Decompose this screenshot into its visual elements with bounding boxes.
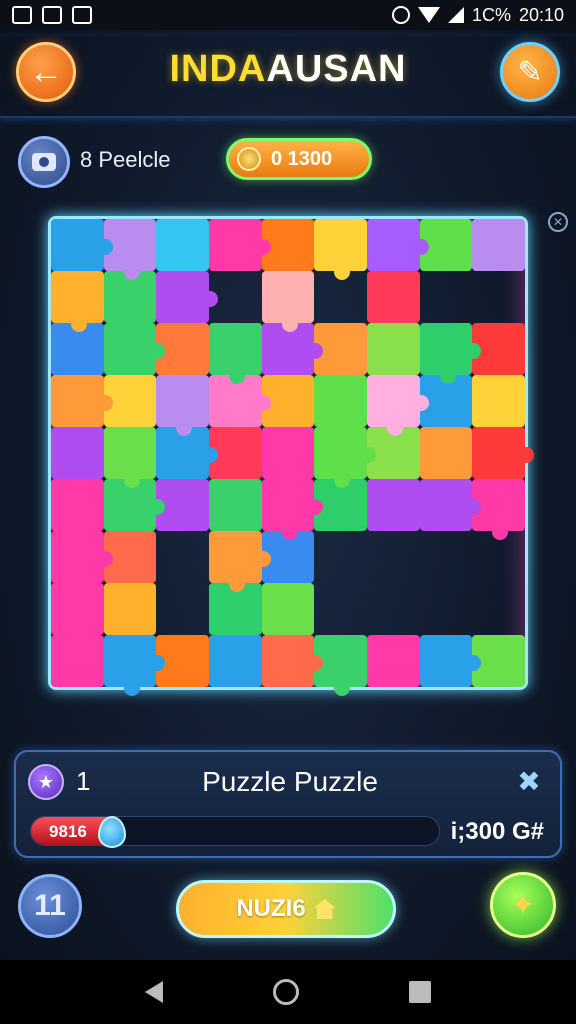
puzzle-board bbox=[48, 216, 534, 696]
empty-slot bbox=[156, 583, 209, 635]
puzzle-piece[interactable] bbox=[367, 219, 429, 271]
puzzle-piece[interactable] bbox=[103, 635, 165, 696]
puzzle-piece[interactable] bbox=[419, 479, 481, 531]
empty-slot bbox=[472, 583, 525, 635]
puzzle-piece[interactable] bbox=[156, 271, 218, 323]
image-notification-icon bbox=[12, 6, 32, 24]
puzzle-piece[interactable] bbox=[261, 583, 315, 635]
empty-slot bbox=[367, 583, 420, 635]
puzzle-piece[interactable] bbox=[209, 479, 262, 531]
nav-home-icon[interactable] bbox=[273, 979, 299, 1005]
clock: 20:10 bbox=[518, 4, 564, 25]
shuffle-button[interactable]: ✖ bbox=[512, 764, 546, 798]
puzzle-piece[interactable] bbox=[314, 375, 367, 427]
coin-icon bbox=[237, 147, 261, 171]
main-action-button[interactable]: NUZI6 bbox=[176, 880, 396, 938]
puzzle-piece[interactable] bbox=[472, 219, 525, 271]
puzzle-piece[interactable] bbox=[419, 427, 473, 479]
alarm-icon bbox=[391, 6, 410, 24]
puzzle-piece[interactable] bbox=[51, 635, 104, 687]
empty-slot bbox=[420, 271, 473, 323]
battery-level: 1C% bbox=[471, 4, 511, 25]
coins-pill[interactable]: 0 1300 bbox=[226, 138, 372, 180]
puzzle-piece[interactable] bbox=[51, 219, 113, 271]
empty-slot bbox=[472, 271, 525, 323]
header: ← INDAAUSAN ✎ bbox=[0, 36, 576, 118]
game-screen: 1C% 20:10 ← INDAAUSAN ✎ 8 Peelcle 0 1300… bbox=[0, 0, 576, 1024]
android-nav-bar bbox=[0, 960, 576, 1024]
puzzle-name: Puzzle Puzzle bbox=[202, 766, 378, 797]
puzzle-piece[interactable] bbox=[472, 375, 525, 427]
puzzle-piece[interactable] bbox=[472, 427, 534, 479]
coins-value: 0 1300 bbox=[271, 147, 333, 170]
progress-label: 9816 bbox=[49, 822, 87, 841]
camera-icon bbox=[32, 153, 56, 171]
empty-slot bbox=[156, 531, 209, 583]
nav-back-icon[interactable] bbox=[145, 981, 163, 1003]
puzzle-piece[interactable] bbox=[51, 479, 104, 540]
puzzle-piece[interactable] bbox=[261, 479, 323, 540]
puzzle-piece[interactable] bbox=[367, 479, 420, 531]
score-label: i;300 G# bbox=[450, 818, 544, 845]
nav-recents-icon[interactable] bbox=[409, 981, 431, 1003]
shuffle-icon: ✖ bbox=[517, 765, 541, 797]
pieces-label: 8 Peelcle bbox=[80, 147, 171, 172]
progress-bar: 9816 bbox=[30, 816, 440, 846]
bag-notification-icon bbox=[42, 6, 62, 24]
close-icon[interactable]: ✕ bbox=[548, 212, 568, 232]
home-icon bbox=[313, 899, 336, 919]
hint-count: 11 bbox=[34, 889, 66, 922]
water-drop-icon[interactable] bbox=[98, 816, 126, 848]
puzzle-piece[interactable] bbox=[209, 219, 271, 271]
title-part-1: INDA bbox=[169, 48, 267, 90]
puzzle-piece[interactable] bbox=[156, 219, 209, 271]
empty-slot bbox=[314, 531, 367, 583]
puzzle-piece[interactable] bbox=[103, 427, 157, 488]
empty-slot bbox=[420, 583, 473, 635]
puzzle-piece[interactable] bbox=[419, 635, 481, 687]
puzzle-piece[interactable] bbox=[367, 635, 420, 687]
puzzle-piece[interactable] bbox=[367, 271, 420, 323]
edit-button[interactable]: ✎ bbox=[500, 42, 560, 102]
puzzle-piece[interactable] bbox=[209, 635, 262, 687]
puzzle-piece[interactable] bbox=[209, 531, 271, 592]
magic-button[interactable]: ✦ bbox=[490, 872, 556, 938]
puzzle-piece[interactable] bbox=[156, 375, 209, 436]
puzzle-piece[interactable] bbox=[314, 427, 376, 488]
puzzle-piece[interactable] bbox=[367, 375, 429, 436]
puzzle-piece[interactable] bbox=[261, 271, 315, 332]
puzzle-piece[interactable] bbox=[314, 219, 367, 280]
main-action-label: NUZI6 bbox=[236, 895, 306, 922]
puzzle-piece[interactable] bbox=[419, 323, 481, 384]
puzzle-piece[interactable] bbox=[103, 583, 157, 635]
puzzle-piece[interactable] bbox=[103, 323, 165, 375]
puzzle-piece[interactable] bbox=[51, 271, 104, 332]
status-bar: 1C% 20:10 bbox=[0, 0, 576, 30]
system-icons: 1C% 20:10 bbox=[391, 4, 564, 26]
puzzle-piece[interactable] bbox=[51, 375, 113, 427]
title-part-2: AUSAN bbox=[266, 48, 407, 90]
puzzle-piece[interactable] bbox=[209, 323, 262, 384]
signal-icon bbox=[447, 7, 464, 23]
hint-button[interactable]: 11 bbox=[18, 874, 82, 938]
puzzle-piece[interactable] bbox=[51, 427, 104, 479]
game-title: INDAAUSAN bbox=[0, 48, 576, 91]
pencil-icon: ✎ bbox=[517, 55, 543, 89]
puzzle-grid bbox=[51, 219, 534, 696]
camera-button[interactable] bbox=[18, 136, 70, 188]
empty-slot bbox=[367, 531, 420, 583]
empty-slot bbox=[420, 531, 473, 583]
magic-wand-icon: ✦ bbox=[510, 888, 536, 922]
wifi-icon bbox=[417, 7, 440, 23]
empty-slot bbox=[314, 583, 367, 635]
puzzle-piece[interactable] bbox=[367, 323, 420, 375]
app-notification-icon bbox=[72, 6, 92, 24]
puzzle-piece[interactable] bbox=[261, 427, 315, 479]
puzzle-piece[interactable] bbox=[51, 583, 104, 635]
level-panel: ★ 1 Puzzle Puzzle ✖ 9816 i;300 G# bbox=[14, 750, 562, 858]
puzzle-piece[interactable] bbox=[261, 635, 323, 687]
notification-icons bbox=[12, 6, 92, 24]
